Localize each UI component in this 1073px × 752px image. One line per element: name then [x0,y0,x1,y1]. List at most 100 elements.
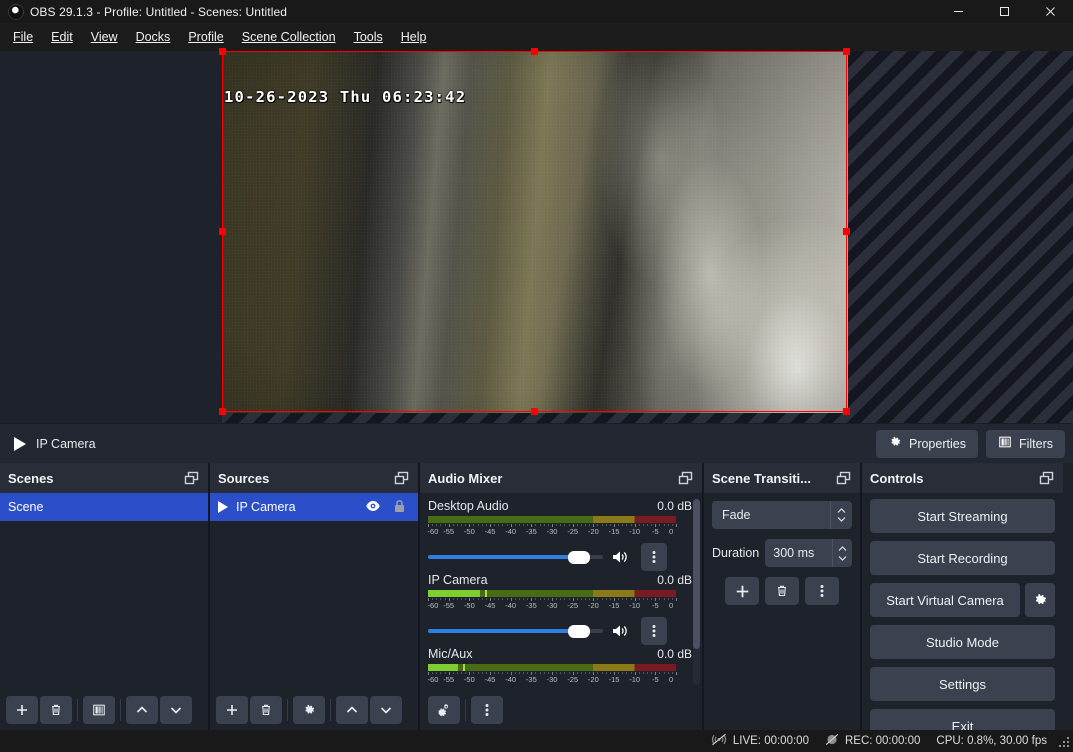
duration-spinbox[interactable]: 300 ms [765,539,852,567]
speaker-icon[interactable] [610,549,630,565]
remove-scene-button[interactable] [40,696,72,724]
menu-scene-collection[interactable]: Scene Collection [233,26,345,48]
scenes-list[interactable]: Scene [0,493,208,690]
menu-view[interactable]: View [82,26,127,48]
filters-button[interactable]: Filters [986,430,1065,458]
scene-filters-button[interactable] [83,696,115,724]
transition-menu-button[interactable] [805,577,839,605]
menu-file[interactable]: File [4,26,42,48]
menu-docks[interactable]: Docks [127,26,180,48]
start-virtual-camera-button[interactable]: Start Virtual Camera [870,583,1020,617]
float-dock-icon[interactable] [836,471,852,485]
menu-edit[interactable]: Edit [42,26,82,48]
settings-button[interactable]: Settings [870,667,1055,701]
meter-level [428,590,480,597]
scene-transitions-title-label: Scene Transiti... [712,471,836,486]
meter-scale-minor-tick [498,598,499,600]
meter-scale-minor-tick [647,598,648,600]
audio-channel-menu-button[interactable] [641,617,667,645]
meter-scale-minor-tick [535,524,536,526]
source-properties-button[interactable] [293,696,325,724]
meter-scale-minor-tick [457,598,458,600]
duration-spin-arrows-icon[interactable] [832,539,852,567]
properties-button[interactable]: Properties [876,430,978,458]
minimize-icon[interactable] [935,0,981,23]
meter-scale-minor-tick [593,672,594,674]
docks-row: Scenes Scene [0,463,1073,730]
scene-list-item[interactable]: Scene [0,493,208,521]
remove-source-button[interactable] [250,696,282,724]
video-source-preview[interactable]: 10-26-2023 Thu 06:23:42 [222,51,848,413]
add-transition-button[interactable] [725,577,759,605]
meter-scale-minor-tick [655,524,656,526]
meter-scale-minor-tick [465,598,466,600]
float-dock-icon[interactable] [1039,471,1055,485]
float-dock-icon[interactable] [394,471,410,485]
audio-advanced-properties-button[interactable] [428,696,460,724]
source-item-icons [365,499,406,516]
audio-mixer-menu-button[interactable] [471,696,503,724]
meter-scale-label: -35 [526,675,537,684]
meter-scale-tick [676,672,677,675]
remove-transition-button[interactable] [765,577,799,605]
rec-timer: REC: 00:00:00 [845,735,920,747]
slider-knob[interactable] [568,625,590,638]
meter-scale-minor-tick [519,598,520,600]
maximize-icon[interactable] [981,0,1027,23]
menu-profile[interactable]: Profile [179,26,232,48]
meter-scale-minor-tick [614,598,615,600]
move-source-down-button[interactable] [370,696,402,724]
cpu-fps-label: CPU: 0.8%, 30.00 fps [936,735,1047,747]
meter-scale-minor-tick [535,672,536,674]
move-source-up-button[interactable] [336,696,368,724]
volume-slider[interactable] [428,624,603,638]
start-streaming-button[interactable]: Start Streaming [870,499,1055,533]
source-list-item[interactable]: IP Camera [210,493,418,521]
menu-file-label: File [13,30,33,44]
audio-mixer-body[interactable]: Desktop Audio 0.0 dB -60-55-50-45-40-35-… [420,493,702,690]
meter-scale-label: -15 [609,601,620,610]
sources-list-body[interactable]: IP Camera [210,493,418,690]
meter-scale-minor-tick [453,672,454,674]
menu-help[interactable]: Help [392,26,436,48]
meter-scale-minor-tick [564,598,565,600]
volume-slider[interactable] [428,550,603,564]
resize-grip-icon[interactable] [1057,735,1069,747]
studio-mode-button[interactable]: Studio Mode [870,625,1055,659]
transition-type-select[interactable]: Fade [712,501,852,529]
exit-button[interactable]: Exit [870,709,1055,730]
meter-scale-minor-tick [602,598,603,600]
scenes-list-body[interactable]: Scene [0,493,208,690]
audio-level-meter [428,516,676,523]
close-icon[interactable] [1027,0,1073,23]
audio-channel-db: 0.0 dB [657,499,692,513]
slider-knob[interactable] [568,551,590,564]
move-scene-down-button[interactable] [160,696,192,724]
float-dock-icon[interactable] [678,471,694,485]
scrollbar-thumb[interactable] [693,499,700,649]
audio-channel-menu-button[interactable] [641,543,667,571]
speaker-icon[interactable] [610,623,630,639]
meter-scale-minor-tick [469,672,470,674]
add-source-button[interactable] [216,696,248,724]
obs-main-window: OBS 29.1.3 - Profile: Untitled - Scenes:… [0,0,1073,752]
controls-buttons: Start Streaming Start Recording Start Vi… [862,493,1063,730]
transition-select-arrows-icon[interactable] [830,501,852,529]
menu-tools[interactable]: Tools [345,26,392,48]
meter-scale-minor-tick [490,672,491,674]
lock-icon[interactable] [393,499,406,516]
eye-icon[interactable] [365,500,381,515]
add-scene-button[interactable] [6,696,38,724]
audio-mixer-dock-title: Audio Mixer [420,463,702,493]
sources-list[interactable]: IP Camera [210,493,418,690]
preview-area[interactable]: 10-26-2023 Thu 06:23:42 [0,51,1073,423]
play-icon[interactable] [14,437,26,451]
audio-mixer-scrollbar[interactable] [693,499,700,685]
move-scene-up-button[interactable] [126,696,158,724]
float-dock-icon[interactable] [184,471,200,485]
meter-scale-minor-tick [507,524,508,526]
preview-canvas[interactable]: 10-26-2023 Thu 06:23:42 [222,51,1073,423]
start-recording-button[interactable]: Start Recording [870,541,1055,575]
virtual-camera-config-button[interactable] [1025,583,1055,617]
meter-scale-minor-tick [515,672,516,674]
